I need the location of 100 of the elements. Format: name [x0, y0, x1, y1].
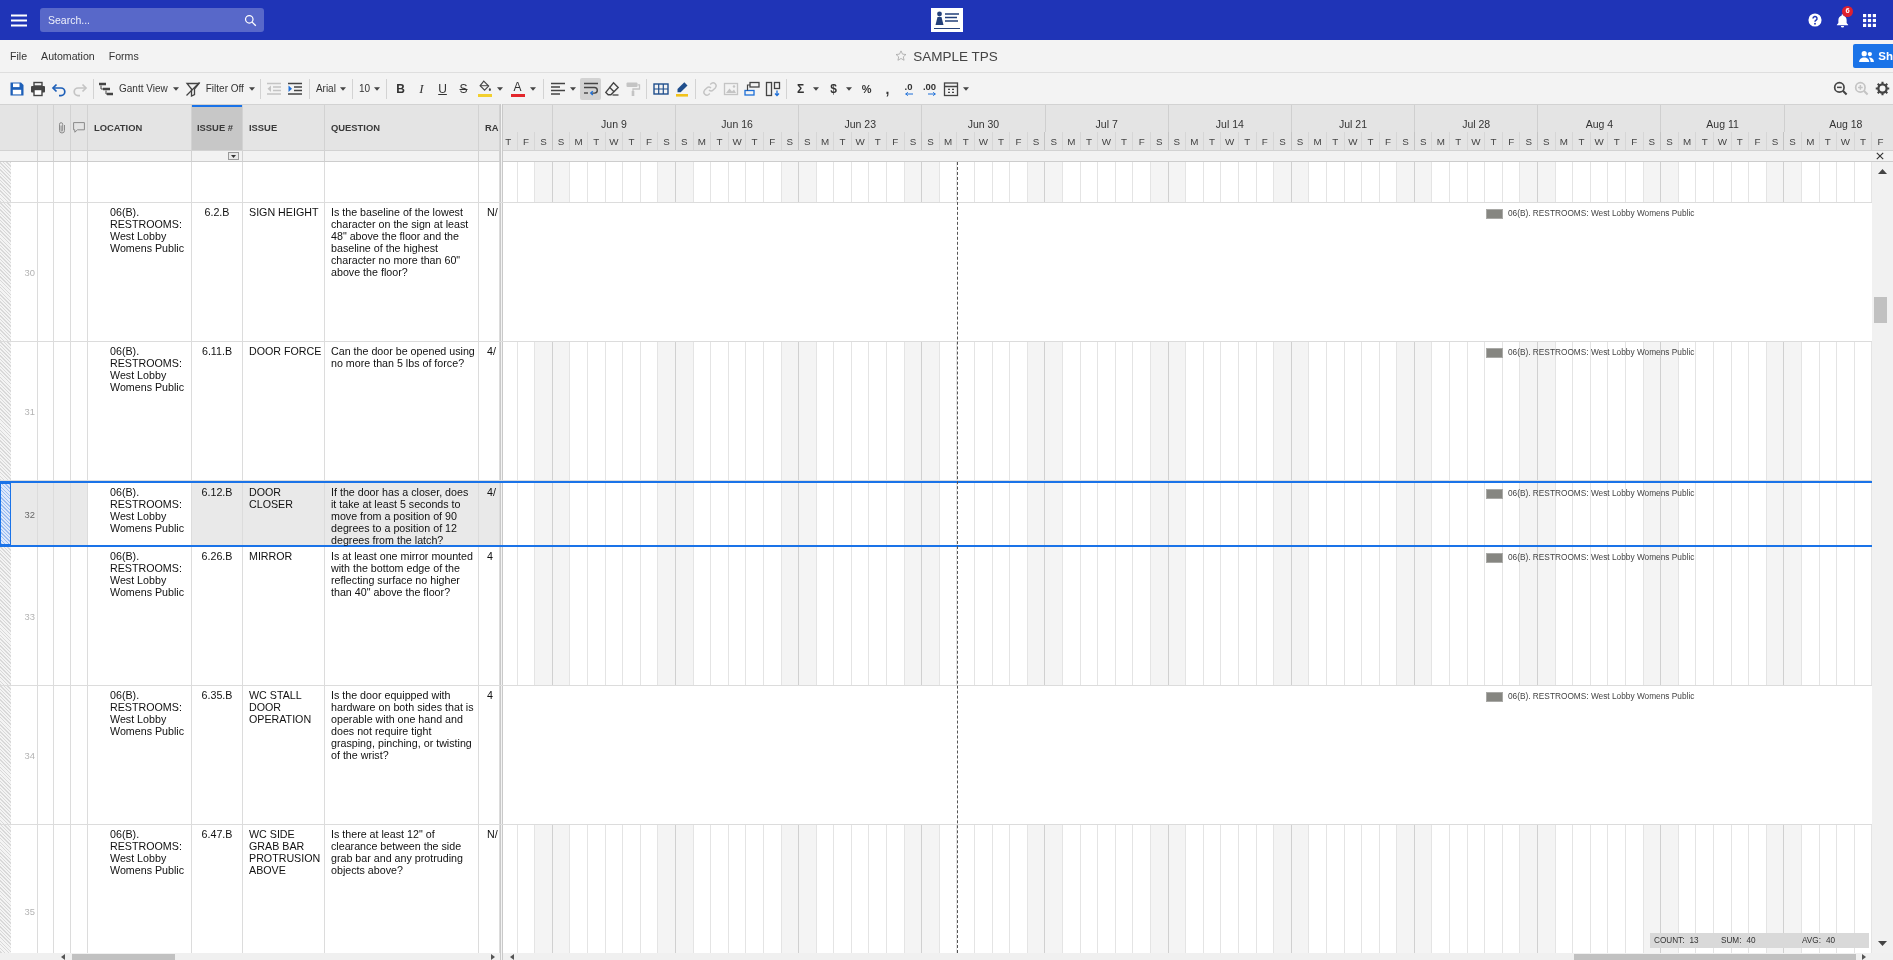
scrollbar-thumb[interactable]	[1874, 297, 1887, 323]
underline-button[interactable]: U	[432, 77, 454, 100]
star-icon[interactable]	[895, 50, 908, 62]
caret-icon	[570, 86, 577, 91]
gantt-bar[interactable]	[1485, 553, 1503, 563]
gantt-bar[interactable]	[1485, 692, 1503, 702]
scroll-right-icon[interactable]	[1862, 954, 1866, 960]
menu-item[interactable]: Forms	[101, 45, 146, 67]
save-icon	[8, 80, 25, 97]
image-icon	[722, 80, 739, 97]
font-size-select[interactable]: 10	[355, 77, 384, 100]
scroll-right-icon[interactable]	[491, 954, 495, 960]
wrap-text-button[interactable]	[580, 77, 602, 100]
thousands-separator-button[interactable]: ,	[877, 77, 899, 100]
apps-grid-icon[interactable]	[1863, 13, 1876, 27]
row-number: 35	[23, 906, 36, 917]
currency-button[interactable]: $	[823, 77, 857, 100]
bell-icon[interactable]	[1835, 12, 1850, 28]
caret-icon	[963, 86, 970, 91]
scroll-left-icon[interactable]	[61, 954, 65, 960]
weekend-column	[921, 483, 939, 545]
table-cell: WC STALL DOOR OPERATION	[243, 686, 325, 824]
table-cell: 6.2.B	[192, 203, 243, 341]
strikethrough-button[interactable]: S	[453, 77, 475, 100]
settings-icon	[1875, 81, 1890, 96]
filter-menu-button[interactable]: Filter Off	[183, 77, 257, 100]
week-label: Aug 18	[1829, 118, 1863, 130]
row-selector[interactable]	[0, 483, 11, 545]
gantt-bar[interactable]	[1485, 348, 1503, 358]
weekend-column	[1026, 483, 1045, 545]
column-header[interactable]: ISSUE #	[192, 105, 243, 150]
percent-button[interactable]: %	[856, 77, 878, 100]
menu-item[interactable]: File	[3, 45, 35, 67]
week-label: Jul 14	[1215, 118, 1244, 130]
text-color-button[interactable]: A	[507, 77, 541, 100]
gantt-bar-label: 06(B). RESTROOMS: West Lobby Womens Public	[1507, 488, 1695, 499]
weekend-column	[1396, 483, 1414, 545]
view-menu-button[interactable]: Gantt View	[97, 77, 181, 100]
scrollbar-thumb[interactable]	[72, 954, 175, 960]
zoom-out-icon	[1833, 81, 1848, 96]
print-icon	[29, 80, 46, 97]
week-label: Jun 16	[721, 118, 753, 130]
week-label: Jun 23	[844, 118, 877, 130]
summary-label: AVG:	[1802, 936, 1821, 945]
scroll-left-icon[interactable]	[510, 954, 514, 960]
logo-icon	[930, 8, 963, 32]
weekend-column	[657, 483, 675, 545]
table-cell: Is at least one mirror mounted with the bottom edge of the reflecting surface no higher than 40" above the floor?	[325, 547, 479, 685]
table-cell: 6.12.B	[192, 483, 243, 545]
table-cell: 06(B). RESTROOMS: West Lobby Womens Public	[88, 686, 192, 824]
zoom-in-icon	[1854, 81, 1869, 96]
sheet-title: SAMPLE TPS	[913, 48, 998, 64]
table-cell: Is the door equipped with hardware on both sides that is operable with one hand and does not require tight grasping, pinching, or twisting of the wrist?	[325, 686, 479, 824]
scroll-down-icon[interactable]	[1878, 941, 1887, 946]
weekend-column	[798, 483, 816, 545]
row-number: 34	[23, 749, 36, 761]
paint-bucket-icon	[477, 80, 492, 93]
caret-icon	[813, 86, 820, 91]
caret-icon	[248, 86, 255, 91]
share-button[interactable]: Sh	[1853, 44, 1893, 68]
increase-decimal-button[interactable]: .00	[919, 77, 941, 100]
week-label: Jun 9	[601, 118, 627, 130]
table-cell: DOOR CLOSER	[243, 483, 325, 545]
highlighter-icon	[673, 80, 690, 97]
weekend-column	[1149, 483, 1168, 545]
close-icon[interactable]	[1876, 152, 1884, 160]
scrollbar-thumb[interactable]	[1574, 954, 1856, 960]
table-cell	[71, 483, 88, 545]
gantt-bar[interactable]	[1485, 209, 1503, 219]
search-icon[interactable]	[244, 14, 257, 27]
font-select[interactable]: Arial	[312, 77, 349, 100]
table-cell: MIRROR	[243, 547, 325, 685]
gantt-bar-label: 06(B). RESTROOMS: West Lobby Womens Public	[1507, 552, 1695, 563]
search-field[interactable]: Search...	[40, 8, 264, 32]
help-icon[interactable]	[1808, 13, 1822, 27]
sum-button[interactable]: Σ	[790, 77, 824, 100]
column-menu-button[interactable]	[228, 152, 239, 160]
weekend-column	[1044, 483, 1062, 545]
align-left-icon	[549, 80, 566, 97]
bold-button[interactable]: B	[390, 77, 412, 100]
table-cell: 6.35.B	[192, 686, 243, 824]
decrease-decimal-button[interactable]: .0	[898, 77, 920, 100]
weekend-column	[780, 483, 799, 545]
table-cell: SIGN HEIGHT	[243, 203, 325, 341]
table-row[interactable]: 31 06(B). RESTROOMS: West Lobby Womens Public 6.11.B DOOR FORCE Can the door be opened using no more than 5 lbs of force? 4/ 06(B). RESTROOMS: West Lobby Womens Public	[0, 342, 1872, 481]
paint-roller-icon	[624, 80, 641, 97]
menu-icon[interactable]	[11, 13, 27, 27]
gantt-bar[interactable]	[1485, 489, 1503, 499]
gantt-bar-label: 06(B). RESTROOMS: West Lobby Womens Public	[1507, 691, 1695, 702]
italic-button[interactable]: I	[411, 77, 433, 100]
table-cell: Is the baseline of the lowest character on the sign at least 48" above the floor and the baseline of the highest character no more than 60" above the floor?	[325, 203, 479, 341]
table-cell: 4/	[479, 483, 500, 545]
caret-icon	[231, 154, 236, 158]
weekend-column	[1765, 483, 1784, 545]
table-row[interactable]	[0, 481, 1872, 547]
table-cell: 06(B). RESTROOMS: West Lobby Womens Public	[88, 203, 192, 341]
table-cell: If the door has a closer, does it take at least 5 seconds to move from a position of 90 degrees to a position of 12 degrees from the latch?	[325, 483, 479, 545]
menu-item[interactable]: Automation	[34, 45, 102, 67]
scroll-up-icon[interactable]	[1878, 169, 1887, 174]
week-label: Jul 21	[1339, 118, 1368, 130]
